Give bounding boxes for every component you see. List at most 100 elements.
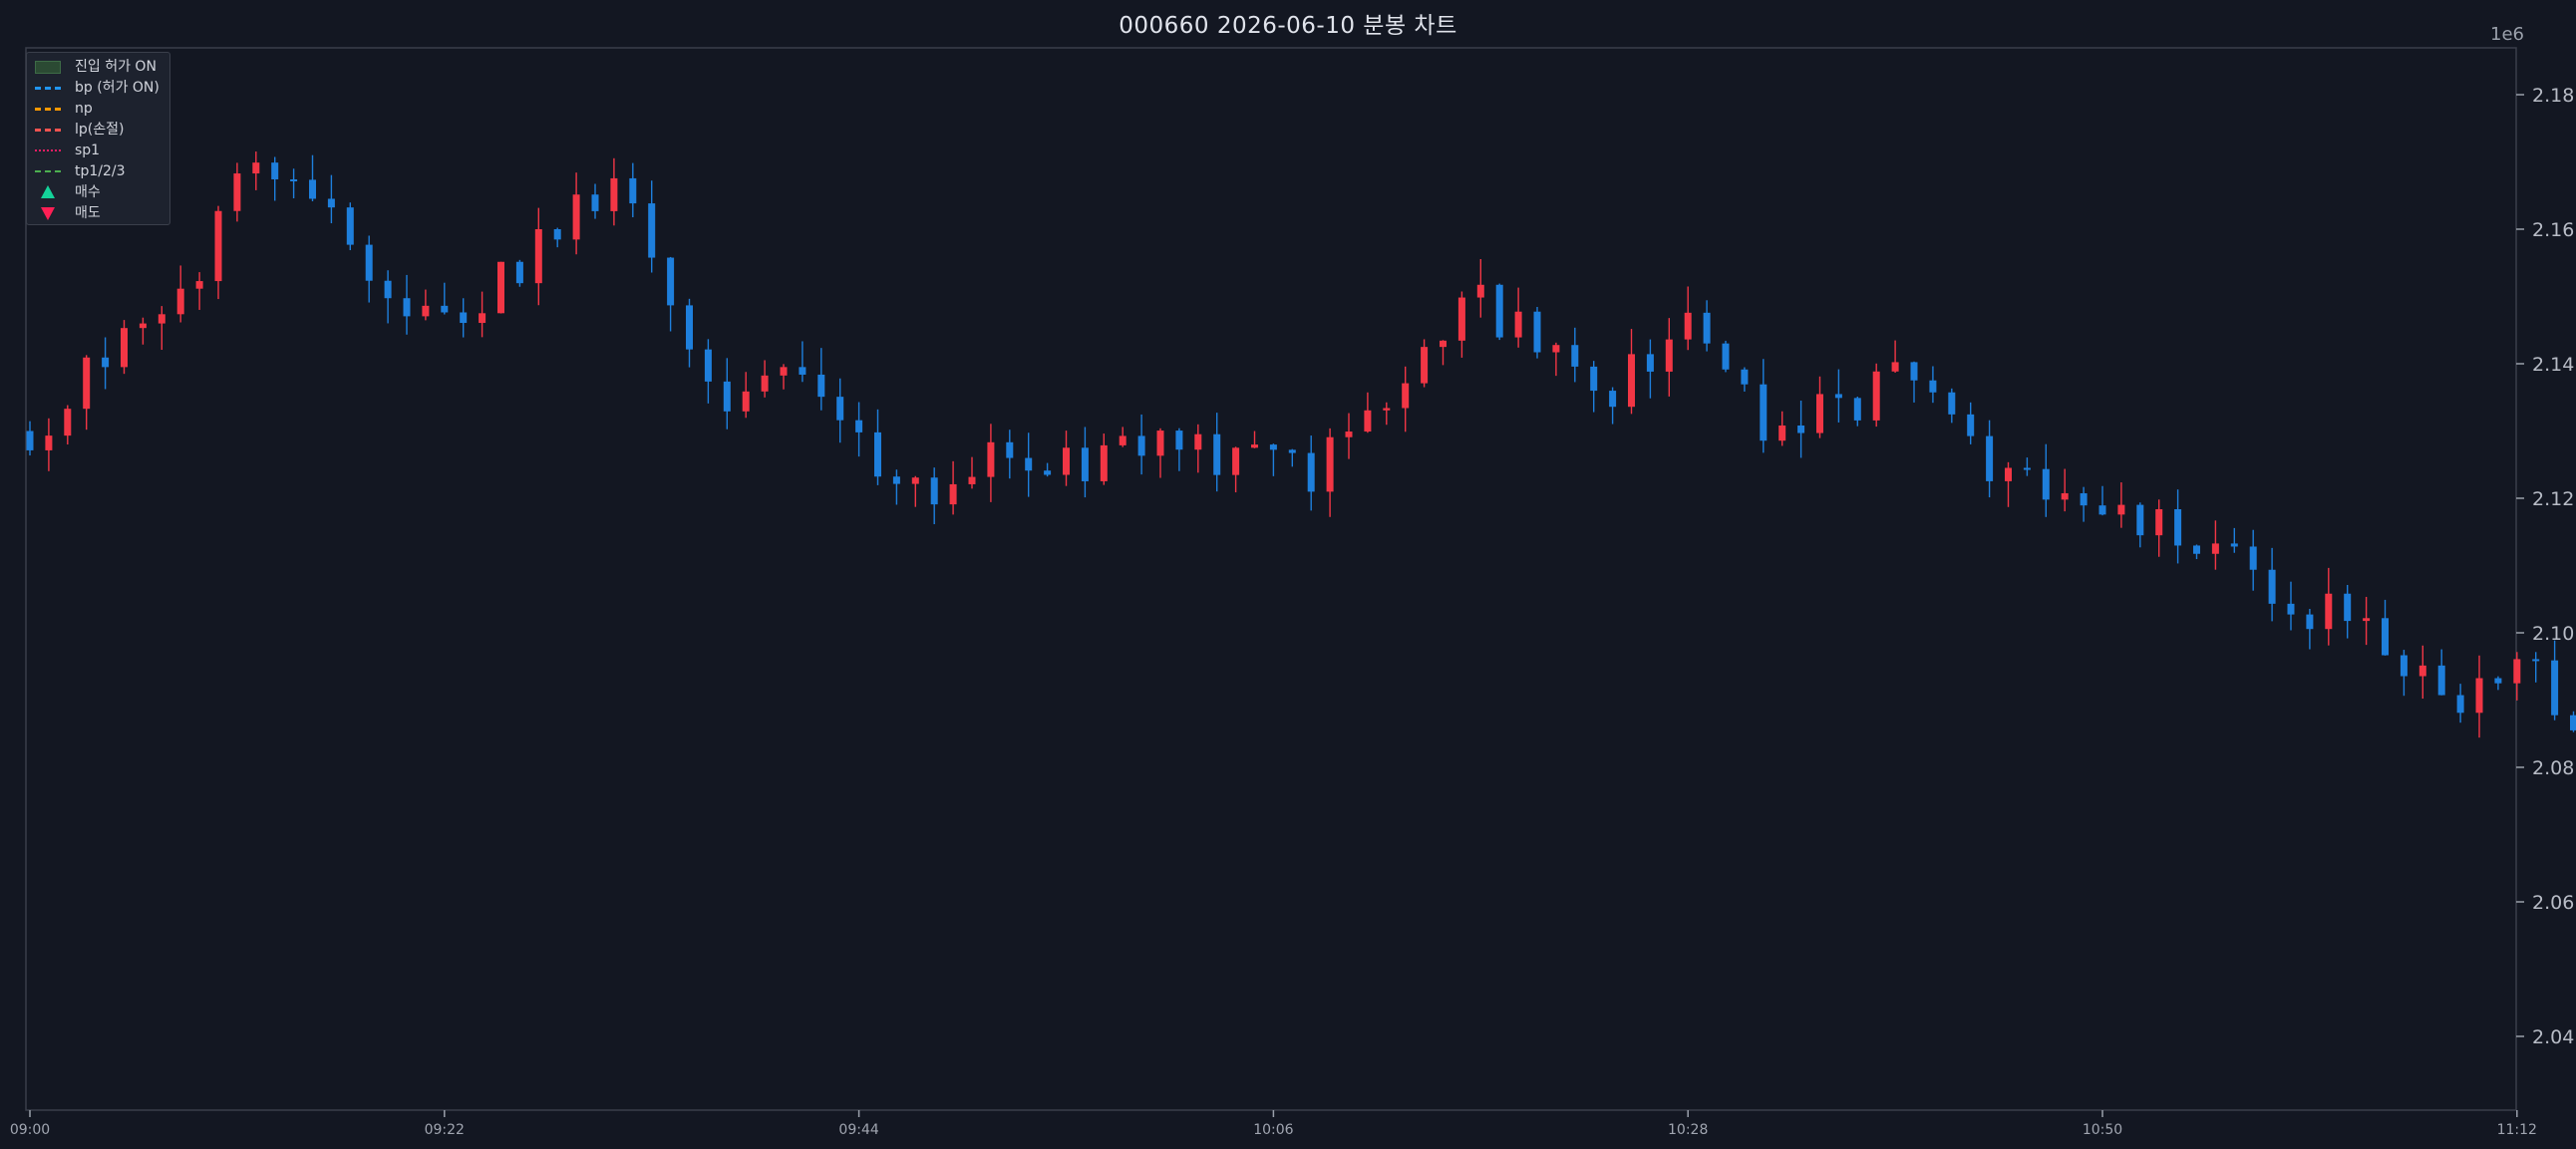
legend-dash-icon <box>35 87 61 90</box>
candle-body <box>1533 311 1541 353</box>
candle-body <box>2494 678 2502 684</box>
candle-body <box>1345 431 1353 437</box>
y-axis: 2.04 2.06 2.08 2.10 2.12 2.14 2.16 2.18 <box>2516 85 2574 1048</box>
candle-body <box>1063 447 1070 475</box>
candle-body <box>102 357 110 368</box>
candle-body <box>2098 505 2106 515</box>
candle-body <box>2570 715 2576 730</box>
candle-body <box>2249 546 2257 570</box>
candle-body <box>176 288 184 315</box>
candle-body <box>2136 504 2144 536</box>
x-axis: 09:0009:2209:4410:0610:2810:5011:1211:34… <box>10 1110 2537 1138</box>
candle-body <box>1986 435 1994 481</box>
candle-body <box>874 431 881 477</box>
candle-body <box>2475 678 2483 714</box>
candle-body <box>2155 509 2163 536</box>
candle-body <box>1703 312 1711 344</box>
candle-body <box>195 281 203 289</box>
candle-body <box>2363 618 2371 622</box>
candle-body <box>1081 447 1089 481</box>
candle-body <box>2456 695 2464 714</box>
candle-body <box>892 476 900 484</box>
candle-body <box>1684 312 1692 340</box>
candle-body <box>1514 311 1522 338</box>
candle-body <box>572 194 580 240</box>
candle-body <box>2306 614 2314 630</box>
candle-body <box>2418 665 2426 677</box>
candle-body <box>121 328 128 368</box>
legend-item-sell: 매도 <box>27 203 169 223</box>
candle-body <box>591 194 599 211</box>
candle-body <box>2230 543 2238 547</box>
candle-body <box>346 207 354 245</box>
candle-body <box>2513 659 2521 684</box>
candle-body <box>290 178 298 181</box>
candle-body <box>704 349 712 382</box>
candle-body <box>949 483 957 505</box>
candle-body <box>1457 297 1465 341</box>
candle-body <box>214 210 222 282</box>
candle-body <box>553 229 561 240</box>
candle-body <box>26 431 34 450</box>
candle-body <box>2400 655 2408 677</box>
candle-body <box>1760 384 1768 441</box>
candle-body <box>497 261 504 314</box>
candle-body <box>1571 345 1579 367</box>
candle-body <box>855 420 863 432</box>
candle-body <box>1872 371 1880 421</box>
candle-body <box>1722 343 1730 370</box>
candle-body <box>2061 492 2069 500</box>
candle-body <box>384 280 392 299</box>
candle-body <box>1326 436 1334 492</box>
x-tick-label: 09:22 <box>425 1122 465 1138</box>
candle-body <box>610 177 618 211</box>
candle-body <box>2042 468 2050 500</box>
legend-dashdot-icon <box>35 170 61 172</box>
candle-body <box>1269 444 1277 450</box>
candle-body <box>1440 340 1447 348</box>
x-tick-label: 10:50 <box>2083 1122 2122 1138</box>
candle-body <box>1741 369 1749 385</box>
y-tick-label: 2.04 <box>2532 1026 2574 1048</box>
legend-item-lp: lp(손절) <box>27 120 169 140</box>
y-tick-label: 2.16 <box>2532 219 2574 241</box>
candle-body <box>515 261 523 284</box>
candle-body <box>1628 354 1635 408</box>
candle-body <box>252 162 260 174</box>
y-tick-label: 2.08 <box>2532 757 2574 779</box>
candle-body <box>1100 444 1108 481</box>
candle-body <box>2174 509 2182 546</box>
candle-body <box>1137 435 1145 456</box>
candle-body <box>1853 398 1861 421</box>
legend-item-tp: tp1/2/3 <box>27 161 169 181</box>
candle-body <box>1383 408 1391 411</box>
x-tick-label: 09:44 <box>838 1122 878 1138</box>
legend-dash-icon <box>35 108 61 111</box>
candle-body <box>930 477 938 505</box>
candle-body <box>1967 414 1975 436</box>
candle-body <box>2117 504 2125 515</box>
candle-body <box>1044 470 1052 475</box>
legend-item-entry-permit: 진입 허가 ON <box>27 57 169 77</box>
candle-body <box>629 177 637 204</box>
candle-body <box>460 312 468 324</box>
candle-body <box>742 391 750 412</box>
candle-body <box>817 374 825 398</box>
candle-body <box>83 357 91 410</box>
y-tick-label: 2.10 <box>2532 623 2574 645</box>
candle-body <box>2287 603 2295 615</box>
candle-body <box>1910 362 1918 381</box>
candle-body <box>911 477 919 484</box>
candle-body <box>45 435 53 450</box>
candle-body <box>667 257 675 306</box>
candle-body <box>1948 392 1956 415</box>
candle-body <box>1232 447 1240 475</box>
legend-dot-icon <box>35 149 61 151</box>
x-tick-label: 10:28 <box>1668 1122 1708 1138</box>
candle-body <box>1929 380 1937 393</box>
candle-body <box>1213 433 1221 475</box>
candle-body <box>2268 569 2276 604</box>
candle-body <box>1119 435 1127 445</box>
y-tick-label: 2.14 <box>2532 354 2574 376</box>
candle-body <box>2382 618 2389 656</box>
